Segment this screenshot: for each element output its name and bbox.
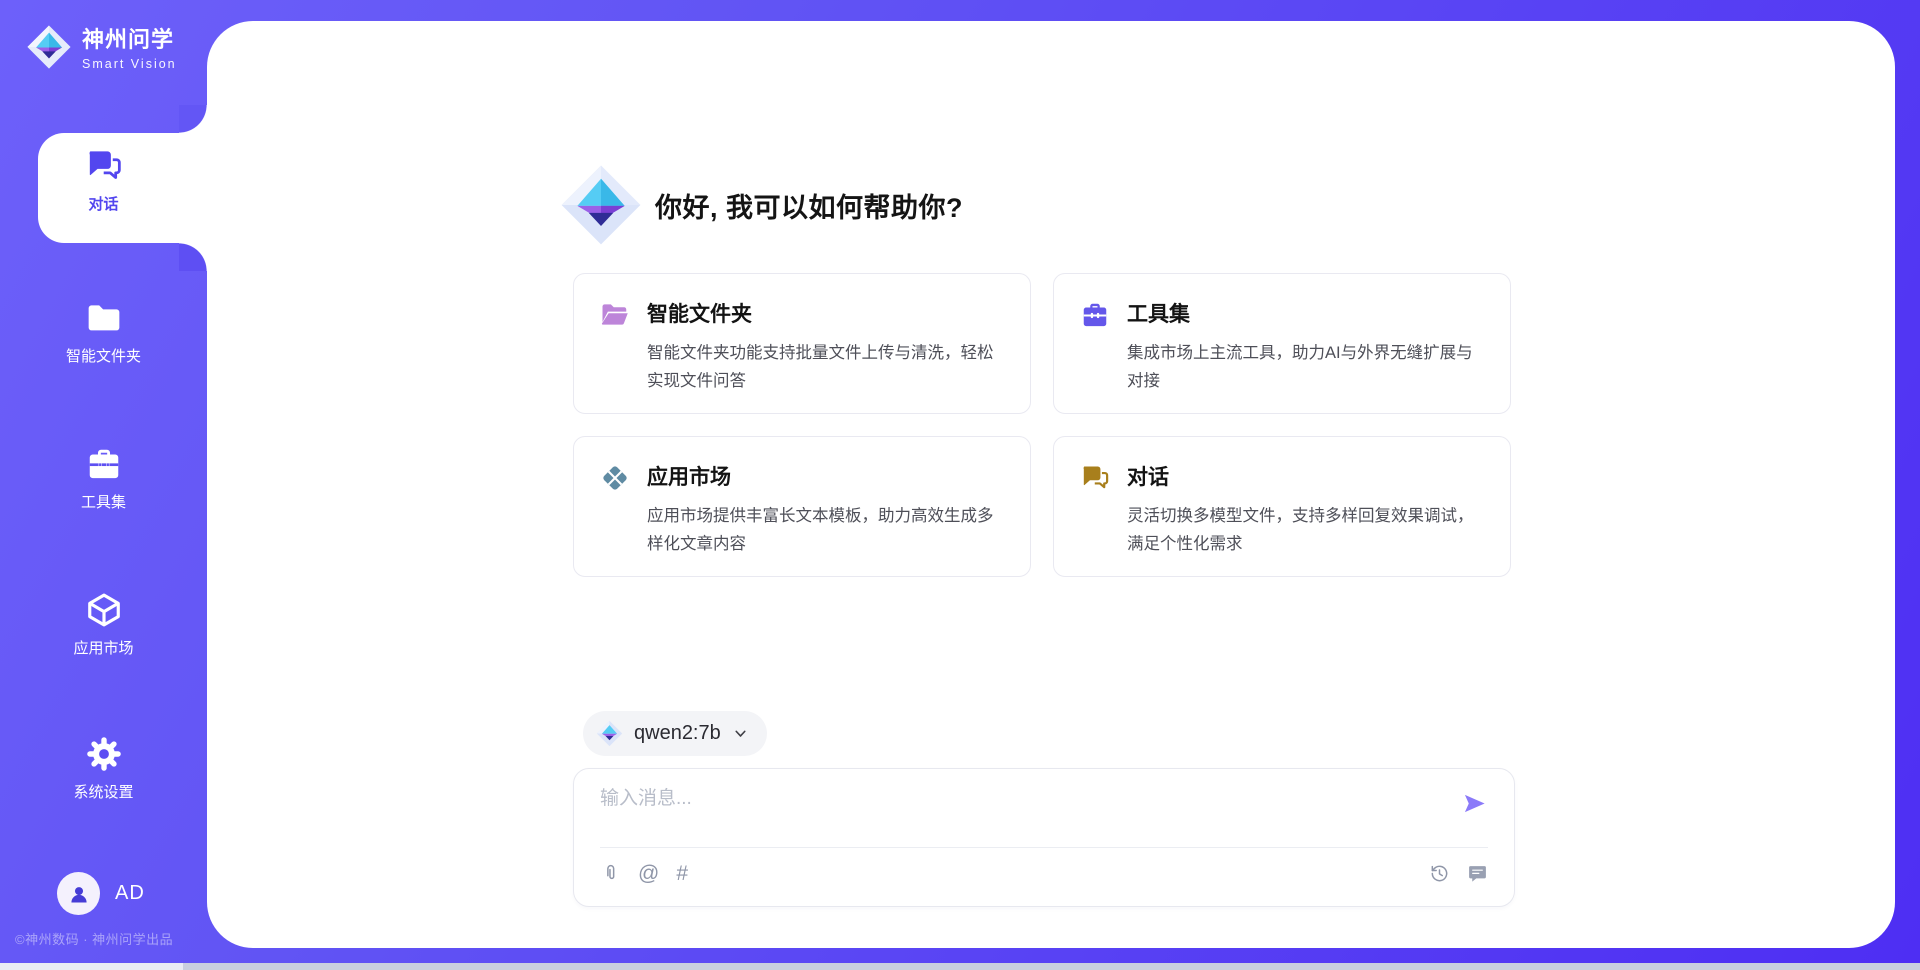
attach-button[interactable] [600,863,621,884]
card-description: 灵活切换多模型文件，支持多样回复效果调试，满足个性化需求 [1127,502,1486,558]
sidebar-item-label: 智能文件夹 [66,345,141,366]
paperclip-icon [600,863,621,884]
briefcase-icon [85,445,123,483]
card-smart-folder[interactable]: 智能文件夹 智能文件夹功能支持批量文件上传与清洗，轻松实现文件问答 [573,273,1031,414]
card-description: 应用市场提供丰富长文本模板，助力高效生成多样化文章内容 [647,502,1006,558]
message-square-icon [1467,863,1488,884]
sidebar-item-market[interactable]: 应用市场 [0,591,207,658]
card-app-market[interactable]: 应用市场 应用市场提供丰富长文本模板，助力高效生成多样化文章内容 [573,436,1031,577]
folder-icon [85,299,123,337]
feature-cards: 智能文件夹 智能文件夹功能支持批量文件上传与清洗，轻松实现文件问答 工具集 集成… [573,273,1511,577]
sidebar-item-chat[interactable]: 对话 [0,147,207,214]
avatar [57,872,100,915]
sidebar-item-label: 工具集 [81,491,126,512]
card-title: 应用市场 [647,461,1006,491]
chevron-down-icon [732,725,749,742]
card-description: 智能文件夹功能支持批量文件上传与清洗，轻松实现文件问答 [647,339,1006,395]
brand-subtitle: Smart Vision [82,57,177,71]
tab-fillet-top [179,105,207,133]
card-title: 对话 [1127,461,1486,491]
mention-button[interactable]: @ [638,863,659,884]
user-label: AD [115,882,145,905]
sidebar-item-label: 应用市场 [73,637,133,658]
send-button[interactable] [1461,790,1488,817]
copyright-text: ©神州数码 · 神州问学出品 [15,929,173,948]
sidebar-item-tools[interactable]: 工具集 [0,445,207,512]
content-column: 你好, 我可以如何帮助你? 智能文件夹 智能文件夹功能支持批量文件上传与清洗，轻… [573,21,1515,948]
send-icon [1461,790,1488,817]
hash-icon: # [676,863,688,884]
feedback-button[interactable] [1467,863,1488,884]
at-icon: @ [638,863,659,884]
model-selector[interactable]: qwen2:7b [583,711,767,756]
chat-icon [1080,463,1110,493]
sidebar-item-folders[interactable]: 智能文件夹 [0,299,207,366]
tab-fillet-bottom [179,243,207,271]
message-input[interactable] [600,785,1461,810]
person-icon [66,881,92,907]
cube-icon [85,591,123,629]
sidebar: 神州问学 Smart Vision 对话 智能文件夹 工具集 [0,0,207,970]
card-title: 智能文件夹 [647,298,1006,328]
folder-open-icon [600,300,630,330]
greeting-title: 你好, 我可以如何帮助你? [655,186,963,225]
card-description: 集成市场上主流工具，助力AI与外界无缝扩展与对接 [1127,339,1486,395]
model-diamond-icon [596,720,623,747]
chat-icon [85,147,123,185]
brand-diamond-icon [26,24,72,70]
grid-cube-icon [600,463,630,493]
briefcase-icon [1080,300,1110,330]
gear-icon [85,735,123,773]
history-icon [1429,863,1450,884]
history-button[interactable] [1429,863,1450,884]
brand-logo: 神州问学 Smart Vision [26,22,177,71]
card-title: 工具集 [1127,298,1486,328]
sidebar-item-label: 对话 [88,193,118,214]
sidebar-item-settings[interactable]: 系统设置 [0,735,207,802]
card-chat[interactable]: 对话 灵活切换多模型文件，支持多样回复效果调试，满足个性化需求 [1053,436,1511,577]
greeting-diamond-icon [559,163,643,247]
topic-button[interactable]: # [676,863,688,884]
horizontal-scrollbar[interactable] [0,963,1920,970]
greeting-block: 你好, 我可以如何帮助你? [559,163,963,247]
model-name: qwen2:7b [634,722,721,745]
user-profile[interactable]: AD [57,872,145,915]
sidebar-item-label: 系统设置 [73,781,133,802]
message-composer: @ # [573,768,1515,907]
card-toolset[interactable]: 工具集 集成市场上主流工具，助力AI与外界无缝扩展与对接 [1053,273,1511,414]
main-panel: 你好, 我可以如何帮助你? 智能文件夹 智能文件夹功能支持批量文件上传与清洗，轻… [207,21,1895,948]
scrollbar-thumb[interactable] [0,963,183,970]
brand-name: 神州问学 [82,22,177,54]
